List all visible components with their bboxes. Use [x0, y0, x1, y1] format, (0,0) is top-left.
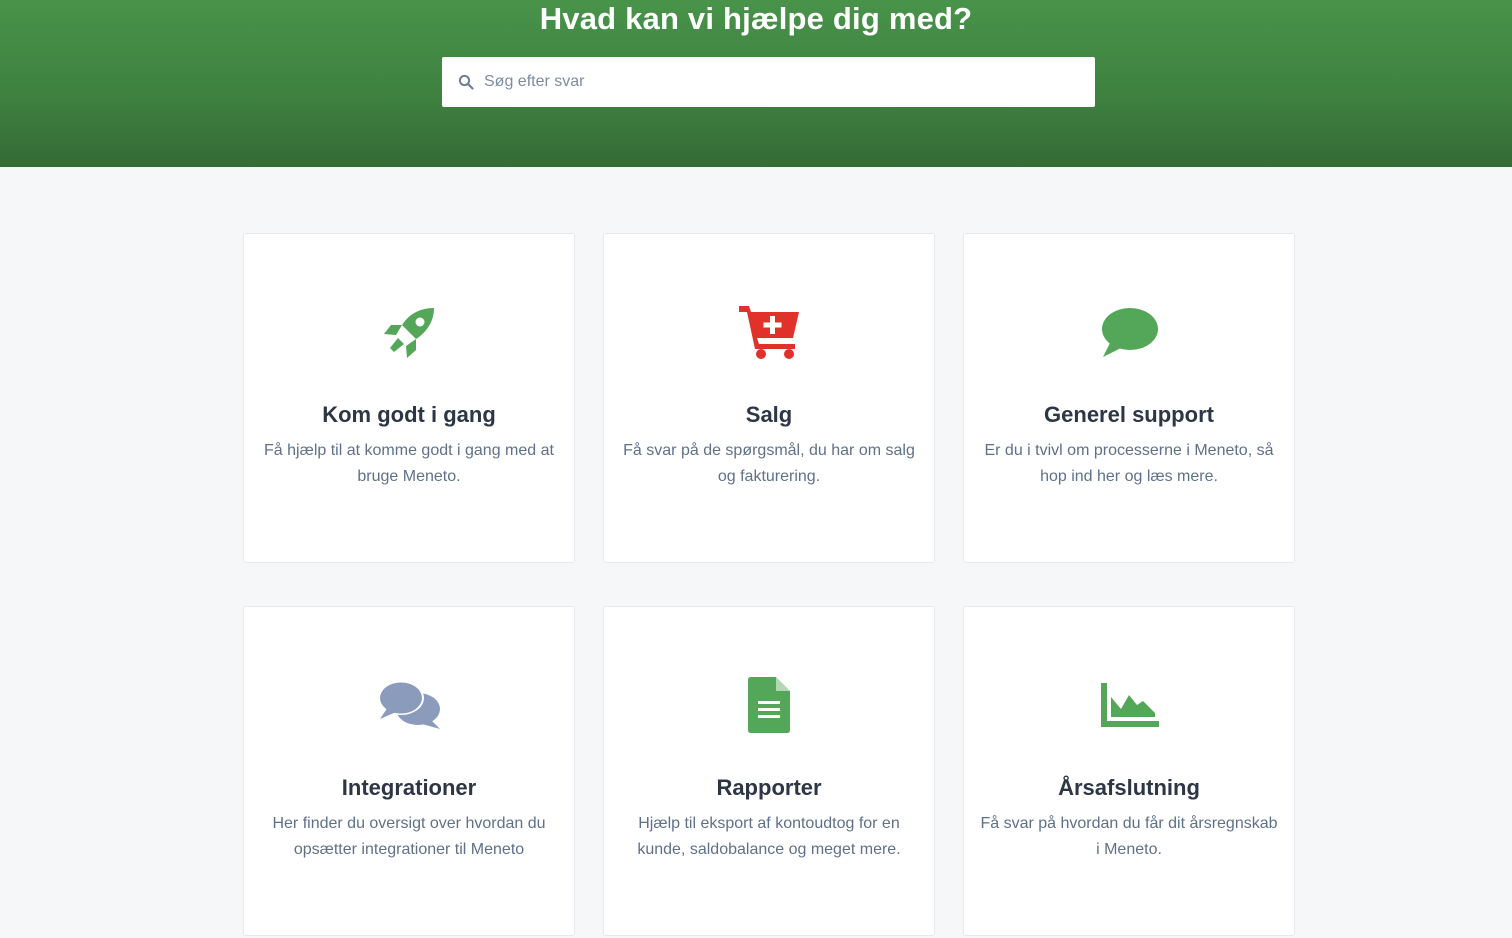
category-card-arsafslutning[interactable]: Årsafslutning Få svar på hvordan du får …: [963, 606, 1295, 936]
search-box[interactable]: [442, 57, 1095, 107]
document-icon: [730, 675, 810, 735]
card-title: Kom godt i gang: [322, 402, 496, 427]
area-chart-icon: [1090, 675, 1170, 735]
category-card-generel-support[interactable]: Generel support Er du i tvivl om process…: [963, 233, 1295, 563]
category-card-salg[interactable]: Salg Få svar på de spørgsmål, du har om …: [603, 233, 935, 563]
card-description: Få svar på de spørgsmål, du har om salg …: [623, 442, 915, 485]
search-input[interactable]: [484, 57, 1084, 107]
comments-icon: [370, 675, 450, 735]
card-title: Integrationer: [341, 775, 477, 800]
card-title: Årsafslutning: [1058, 775, 1200, 800]
card-description: Få svar på hvordan du får dit årsregnska…: [980, 815, 1278, 858]
card-description: Er du i tvivl om processerne i Meneto, s…: [984, 442, 1274, 485]
card-description: Her finder du oversigt over hvordan du o…: [272, 815, 546, 858]
page-title: Hvad kan vi hjælpe dig med?: [539, 1, 973, 36]
rocket-icon: [370, 302, 450, 362]
card-title: Rapporter: [716, 775, 822, 800]
card-title: Generel support: [1044, 402, 1214, 427]
cart-plus-icon: [730, 302, 810, 362]
comment-icon: [1090, 302, 1170, 362]
category-card-rapporter[interactable]: Rapporter Hjælp til eksport af kontoudto…: [603, 606, 935, 936]
search-icon: [458, 74, 474, 90]
card-description: Hjælp til eksport af kontoudtog for en k…: [637, 815, 901, 858]
category-card-integrationer[interactable]: Integrationer Her finder du oversigt ove…: [243, 606, 575, 936]
card-description: Få hjælp til at komme godt i gang med at…: [264, 442, 554, 485]
card-title: Salg: [745, 402, 793, 427]
category-card-kom-godt-i-gang[interactable]: Kom godt i gang Få hjælp til at komme go…: [243, 233, 575, 563]
hero-header: Hvad kan vi hjælpe dig med?: [0, 0, 1512, 167]
